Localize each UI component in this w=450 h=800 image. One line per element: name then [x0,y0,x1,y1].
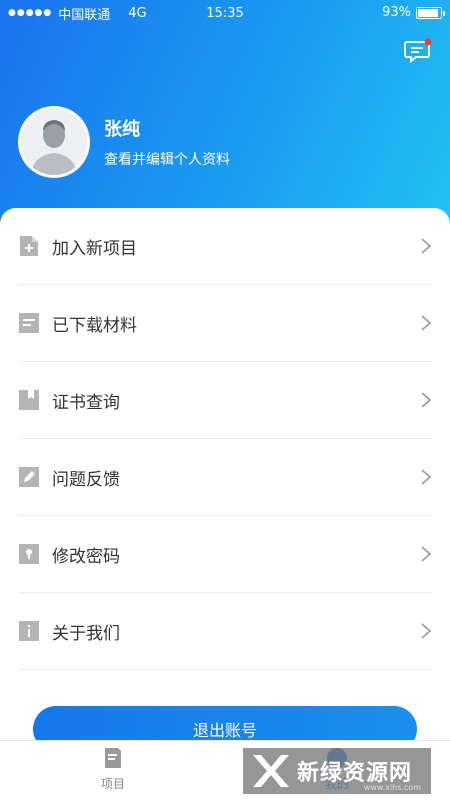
chevron-right-icon [421,623,432,639]
battery-fill [418,8,439,17]
signal-strength: ●●●●● [8,8,53,18]
info-icon [19,621,39,641]
profile-header: ●●●●● 中国联通 4G 15:35 93% 张纯 查看并编辑个人资料 [0,0,450,240]
menu-item-label: 问题反馈 [52,469,120,490]
menu-item-label: 已下载材料 [52,315,137,336]
chevron-right-icon [421,469,432,485]
tab-projects-label: 项目 [100,777,125,791]
status-bar: ●●●●● 中国联通 4G 15:35 93% [0,0,450,26]
watermark-url: www.xlhs.com [363,783,421,792]
message-icon[interactable] [404,38,432,64]
menu-item-label: 加入新项目 [52,238,137,259]
feedback-icon [19,467,39,487]
chevron-right-icon [421,238,432,254]
menu-item-label: 证书查询 [52,392,120,413]
menu-item-certificate[interactable]: 证书查询 [18,362,432,439]
profile-section[interactable]: 张纯 查看并编辑个人资料 [18,106,230,178]
menu-card: 加入新项目 已下载材料 证书查询 问题反馈 修改密码 关于我们 [0,208,450,768]
battery-icon [416,6,445,19]
watermark-logo-icon [253,755,289,787]
lock-icon [19,544,39,564]
menu-item-downloaded[interactable]: 已下载材料 [18,285,432,362]
battery-indicator: 93% [382,5,445,20]
project-icon [105,748,121,768]
avatar[interactable] [18,106,90,178]
menu-item-about[interactable]: 关于我们 [18,593,432,670]
carrier-name: 中国联通 [58,7,111,23]
user-name: 张纯 [104,119,140,140]
chevron-right-icon [421,546,432,562]
network-type: 4G [128,5,147,21]
avatar-user-icon [21,109,87,175]
edit-profile-link[interactable]: 查看并编辑个人资料 [104,149,230,169]
menu-item-join-project[interactable]: 加入新项目 [18,208,432,285]
profile-text: 张纯 查看并编辑个人资料 [104,115,230,169]
document-icon [19,313,39,333]
menu-item-feedback[interactable]: 问题反馈 [18,439,432,516]
chevron-right-icon [421,315,432,331]
watermark: 新绿资源网 www.xlhs.com [243,748,431,794]
battery-percent: 93% [382,5,411,20]
add-file-icon [20,236,38,256]
chevron-right-icon [421,392,432,408]
menu-item-label: 修改密码 [52,546,120,567]
menu-item-change-password[interactable]: 修改密码 [18,516,432,593]
menu-item-label: 关于我们 [52,623,120,644]
certificate-icon [19,390,39,410]
tab-projects[interactable]: 项目 [83,747,143,792]
